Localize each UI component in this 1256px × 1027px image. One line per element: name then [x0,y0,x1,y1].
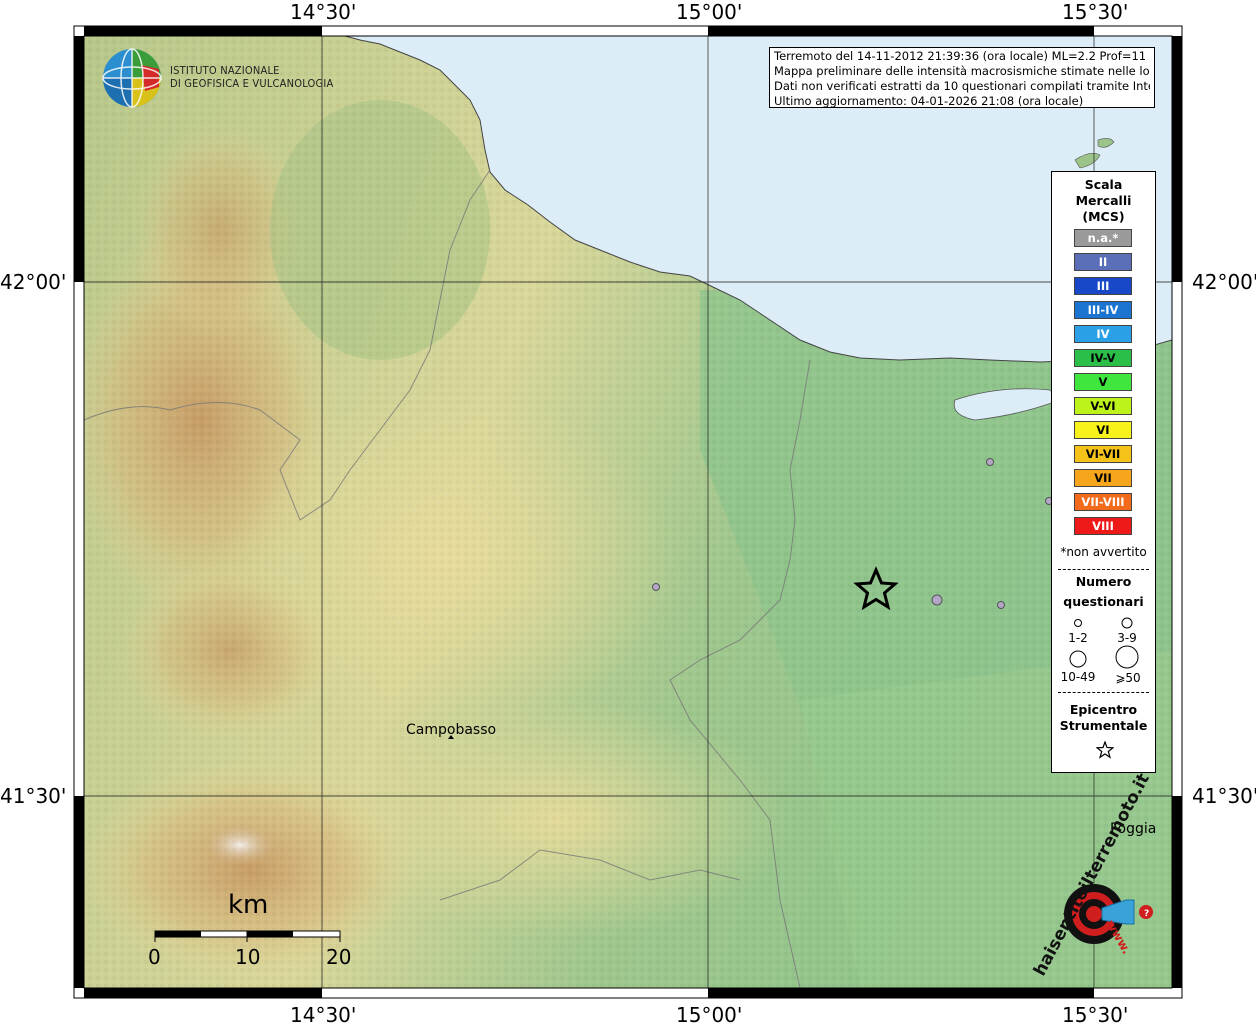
legend-swatch: V-VI [1074,397,1132,415]
institute-name: ISTITUTO NAZIONALE DI GEOFISICA E VULCAN… [170,64,333,90]
ingv-logo-icon [102,48,162,108]
legend-swatch: VII-VIII [1074,493,1132,511]
count-label: 3-9 [1117,631,1137,645]
count-label: 10-49 [1060,670,1096,684]
intensity-legend: Scala Mercalli (MCS) n.a.* II III III-IV IV I… [1051,171,1156,773]
lon-label-bottom: 14°30' [290,1003,357,1027]
place-campobasso: Campobasso [406,722,497,738]
scale-tick: 10 [235,945,261,969]
svg-text:?: ? [1144,909,1149,919]
count-label: 1-2 [1068,631,1088,645]
legend-swatch: III-IV [1074,301,1132,319]
lon-label-bottom: 15°00' [676,1003,743,1027]
report-point [931,594,943,606]
count-title: questionari [1063,594,1144,609]
legend-swatch: n.a.* [1074,229,1132,247]
legend-divider [1058,692,1149,693]
legend-divider [1058,569,1149,570]
legend-swatch: VI-VII [1074,445,1132,463]
legend-title: Mercalli [1075,193,1132,208]
epicenter-title: Strumentale [1059,718,1148,733]
report-point [652,583,660,591]
event-info-line: Mappa preliminare delle intensità macros… [774,64,1150,78]
scale-tick: 0 [148,945,161,969]
event-info-line: Ultimo aggiornamento: 04-01-2026 21:08 (… [774,94,1084,108]
count-label: ⩾50 [1115,671,1141,685]
lon-label-top: 14°30' [290,0,357,24]
report-point [986,458,994,466]
legend-swatch: IV [1074,325,1132,343]
event-info-line: Dati non verificati estratti da 10 quest… [774,79,1150,93]
scale-unit: km [228,890,269,920]
lat-label-right: 41°30' [1192,784,1256,808]
scale-tick: 20 [326,945,352,969]
lat-label-left: 42°00' [0,270,67,294]
epicenter-legend-star-icon [1096,741,1114,759]
institute-name-line2: DI GEOFISICA E VULCANOLOGIA [170,77,334,90]
lon-label-top: 15°30' [1062,0,1129,24]
legend-swatch: IV-V [1074,349,1132,367]
count-title: Numero [1075,574,1132,589]
legend-swatch: III [1074,277,1132,295]
lon-label-top: 15°00' [676,0,743,24]
legend-title: Scala [1084,177,1123,192]
legend-swatch: V [1074,373,1132,391]
event-info-line: Terremoto del 14-11-2012 21:39:36 (ora l… [774,49,1150,63]
institute-name-line1: ISTITUTO NAZIONALE [170,64,280,77]
legend-swatch: VIII [1074,517,1132,535]
lat-label-left: 41°30' [0,784,67,808]
report-point [997,601,1005,609]
legend-note: *non avvertito [1060,545,1147,559]
legend-swatch: II [1074,253,1132,271]
lon-label-bottom: 15°30' [1062,1003,1129,1027]
epicenter-title: Epicentro [1069,702,1138,717]
legend-swatch: VII [1074,469,1132,487]
lat-label-right: 42°00' [1192,270,1256,294]
legend-swatch: VI [1074,421,1132,439]
legend-title: (MCS) [1082,209,1125,224]
event-info-box: Terremoto del 14-11-2012 21:39:36 (ora l… [769,47,1155,108]
